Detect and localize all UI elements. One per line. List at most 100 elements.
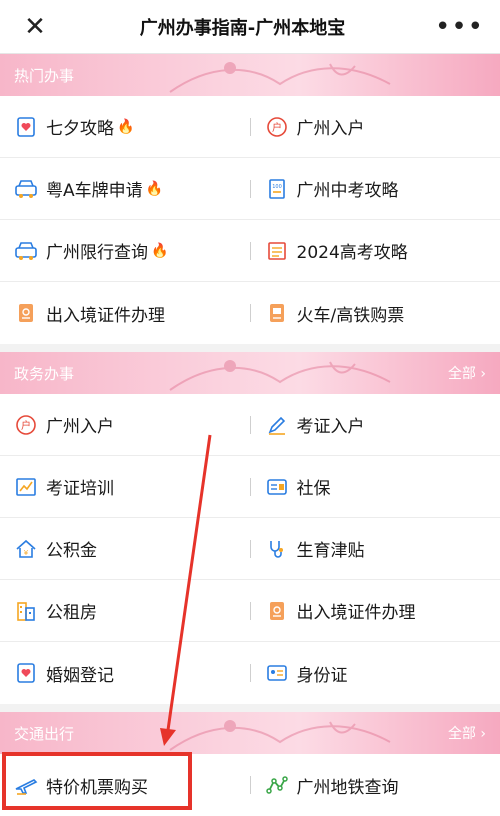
car-icon <box>14 177 38 201</box>
service-item[interactable]: 广州地铁查询 <box>251 754 500 816</box>
service-row: 特价机票购买 广州地铁查询 <box>0 754 500 816</box>
section-title: 交通出行 <box>14 724 75 743</box>
service-item[interactable]: 公租房 <box>0 580 250 641</box>
service-item-label: 考证入户 <box>296 417 365 437</box>
service-item-label: 婚姻登记 <box>46 665 114 686</box>
section-title: 热门办事 <box>14 66 75 85</box>
car-icon <box>14 239 38 263</box>
service-row: 公租房 出入境证件办理 <box>0 580 500 642</box>
top-bar: ✕ 广州办事指南-广州本地宝 ••• <box>0 0 500 54</box>
service-item-label: 粤A车牌申请 <box>46 181 143 201</box>
building-icon <box>14 599 38 623</box>
service-item[interactable]: 火车/高铁购票 <box>251 282 500 344</box>
stethoscope-icon <box>265 537 289 561</box>
service-item-label: 七夕攻略 <box>46 119 114 139</box>
service-item[interactable]: 七夕攻略 🔥 <box>0 96 250 157</box>
more-options-icon[interactable]: ••• <box>435 14 484 40</box>
metro-icon <box>265 773 289 797</box>
household-icon: 户 <box>265 115 289 139</box>
chevron-right-icon: › <box>480 726 486 742</box>
ticket-icon <box>265 301 289 325</box>
service-item-label: 公租房 <box>46 603 97 623</box>
service-item[interactable]: 广州限行查询 🔥 <box>0 220 250 281</box>
fire-icon: 🔥 <box>117 118 135 135</box>
service-item-label: 出入境证件办理 <box>46 305 165 326</box>
section-title: 政务办事 <box>14 364 75 383</box>
service-item[interactable]: 100 广州中考攻略 <box>251 158 500 219</box>
svg-text:100: 100 <box>272 184 282 190</box>
notebook-icon <box>265 239 289 263</box>
house-fund-icon: ¥ <box>14 537 38 561</box>
service-item[interactable]: 出入境证件办理 <box>0 282 250 344</box>
service-grid: 七夕攻略 🔥 户广州入户 粤A车牌申请 🔥 100 广州中考攻略 广州限行查询 🔥 2024高考攻… <box>0 96 500 344</box>
service-item[interactable]: 考证入户 <box>251 394 500 455</box>
service-item[interactable]: 生育津贴 <box>251 518 500 579</box>
service-item[interactable]: 考证培训 <box>0 456 250 517</box>
service-item-label: 广州入户 <box>46 417 114 437</box>
service-item-label: 出入境证件办理 <box>296 603 416 623</box>
view-all-link[interactable]: 全部 › <box>448 363 486 383</box>
section-header: 热门办事 <box>0 54 500 96</box>
service-item[interactable]: 粤A车牌申请 🔥 <box>0 158 250 219</box>
plane-icon <box>14 773 38 797</box>
service-list: 热门办事 七夕攻略 🔥 户广州入户 粤A车牌申请 🔥 100 广州中考攻略 广州限行查询 🔥 202… <box>0 54 500 816</box>
service-item-label: 广州地铁查询 <box>296 777 399 798</box>
service-row: 七夕攻略 🔥 户 广州入户 <box>0 96 500 158</box>
id-card-icon <box>265 661 289 685</box>
svg-text:户: 户 <box>272 121 282 134</box>
exam-doc-icon: 100 <box>265 177 289 201</box>
service-item[interactable]: 特价机票购买 <box>0 754 250 816</box>
service-grid: 户 广州入户 考证入户考证培训 社保 ¥ 公积金 生育津贴公租房 出入境证件办理婚姻登记 身份证 <box>0 394 500 704</box>
service-item[interactable]: 户 广州入户 <box>0 394 250 455</box>
service-grid: 特价机票购买 广州地铁查询 <box>0 754 500 816</box>
service-row: 广州限行查询 🔥 2024高考攻略 <box>0 220 500 282</box>
service-item[interactable]: ¥ 公积金 <box>0 518 250 579</box>
service-item[interactable]: 出入境证件办理 <box>251 580 500 641</box>
service-item-label: 火车/高铁购票 <box>296 305 405 326</box>
chart-board-icon <box>14 475 38 499</box>
service-item-label: 特价机票购买 <box>46 777 148 798</box>
service-item-label: 生育津贴 <box>296 541 365 561</box>
passport-icon <box>265 599 289 623</box>
section-header: 政务办事 全部 › <box>0 352 500 394</box>
social-card-icon <box>265 475 289 499</box>
service-item-label: 广州入户 <box>296 119 365 139</box>
service-row: 户 广州入户 考证入户 <box>0 394 500 456</box>
decorative-banner-icon <box>169 720 391 751</box>
service-row: 考证培训 社保 <box>0 456 500 518</box>
fire-icon: 🔥 <box>145 180 164 197</box>
service-item[interactable]: 婚姻登记 <box>0 642 250 704</box>
passport-icon <box>14 301 38 325</box>
service-item-label: 广州限行查询 <box>46 243 148 263</box>
service-item-label: 广州中考攻略 <box>296 181 399 201</box>
pen-icon <box>265 413 289 437</box>
svg-text:¥: ¥ <box>24 549 29 557</box>
heart-doc-icon <box>14 661 38 685</box>
service-item[interactable]: 2024高考攻略 <box>251 220 500 281</box>
service-item-label: 身份证 <box>296 665 348 686</box>
chevron-right-icon: › <box>480 366 486 382</box>
service-item-label: 公积金 <box>46 541 97 561</box>
decorative-banner-icon <box>169 62 391 93</box>
service-item-label: 考证培训 <box>46 479 114 499</box>
close-icon[interactable]: ✕ <box>20 14 50 40</box>
page-title: 广州办事指南-广州本地宝 <box>139 17 346 39</box>
section-gap <box>0 704 500 712</box>
service-item[interactable]: 户 广州入户 <box>251 96 500 157</box>
svg-text:户: 户 <box>21 419 31 432</box>
section-header: 交通出行 全部 › <box>0 712 500 754</box>
service-item-label: 2024高考攻略 <box>296 243 408 263</box>
view-all-label: 全部 <box>447 726 476 742</box>
service-item[interactable]: 社保 <box>251 456 500 517</box>
service-row: 婚姻登记 身份证 <box>0 642 500 704</box>
view-all-link[interactable]: 全部 › <box>448 723 486 743</box>
service-item[interactable]: 身份证 <box>251 642 500 704</box>
heart-doc-icon <box>14 115 38 139</box>
decorative-banner-icon <box>169 360 391 391</box>
household-icon: 户 <box>14 413 38 437</box>
service-row: 出入境证件办理 火车/高铁购票 <box>0 282 500 344</box>
section-gap <box>0 344 500 352</box>
service-item-label: 社保 <box>296 479 331 499</box>
service-row: 粤A车牌申请 🔥 100 广州中考攻略 <box>0 158 500 220</box>
fire-icon: 🔥 <box>151 242 169 259</box>
